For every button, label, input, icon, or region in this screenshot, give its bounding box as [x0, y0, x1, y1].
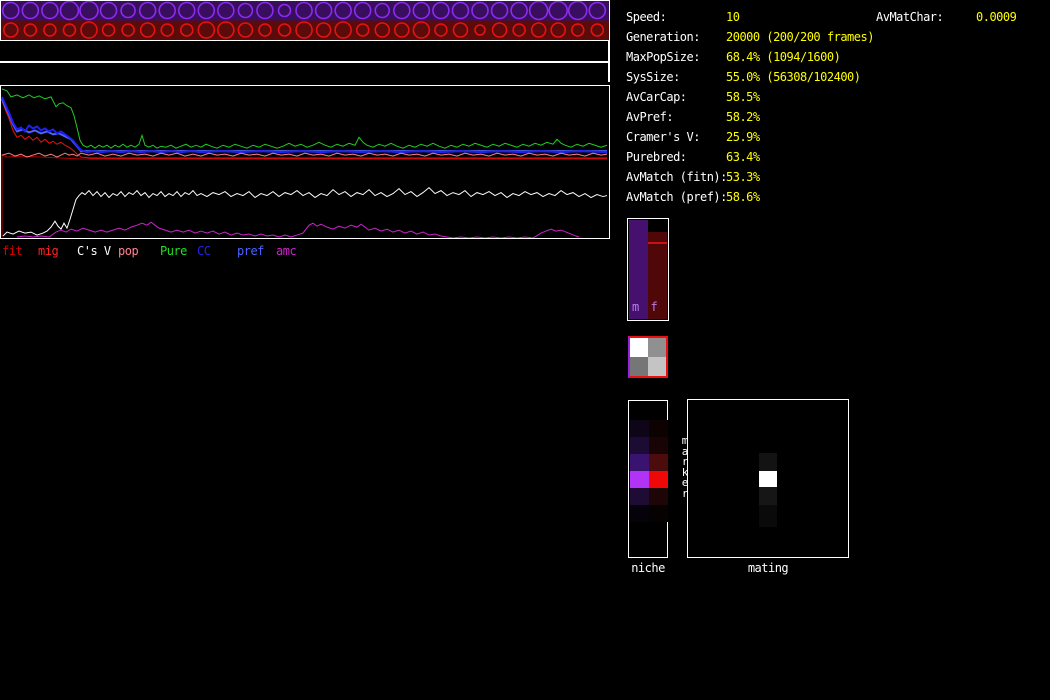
niche-cell — [630, 454, 649, 471]
niche-cell — [649, 505, 668, 522]
timeseries-chart — [0, 85, 610, 239]
sex-ratio-bar: m f — [627, 218, 669, 321]
niche-cell — [630, 505, 649, 522]
legend-item-pure: Pure — [160, 244, 187, 258]
niche-cell — [630, 437, 649, 454]
chart-legend: fit mig C's V pop Pure CC prefamc — [0, 244, 610, 258]
stat-label: MaxPopSize: — [626, 50, 700, 64]
mating-heatmap — [687, 399, 849, 558]
stat-label: AvMatch (fitn): — [626, 170, 727, 184]
niche-cell — [649, 437, 668, 454]
mating-cell — [759, 453, 777, 471]
stat-value: 10 — [726, 10, 739, 24]
niche-cell — [649, 488, 668, 505]
legend-item-mig: mig — [38, 244, 58, 258]
agents-circles-canvas — [1, 1, 609, 40]
stat-label: AvCarCap: — [626, 90, 687, 104]
stat-label: AvMatChar: — [876, 10, 943, 24]
stat-label: Generation: — [626, 30, 700, 44]
stat-label: Purebred: — [626, 150, 687, 164]
legend-item-cc: CC — [197, 244, 210, 258]
series-line-amc — [17, 222, 579, 238]
mating-character-grid — [628, 336, 668, 378]
stat-label: AvMatch (pref): — [626, 190, 727, 204]
stat-label: AvPref: — [626, 110, 673, 124]
stat-value: 55.0% (56308/102400) — [726, 70, 861, 84]
niche-cell — [630, 420, 649, 437]
stat-value: 25.9% — [726, 130, 760, 144]
series-line-pop — [2, 153, 607, 157]
legend-item-pop: pop — [118, 244, 138, 258]
female-level-line — [648, 242, 667, 244]
frame-progress-marker — [608, 41, 610, 82]
series-line-mig — [2, 101, 607, 158]
stat-value: 68.4% (1094/1600) — [726, 50, 840, 64]
niche-cell — [649, 420, 668, 437]
stat-value: 58.6% — [726, 190, 760, 204]
niche-cell — [630, 471, 649, 488]
sex-bar-label: m f — [632, 300, 660, 314]
stat-label: Speed: — [626, 10, 666, 24]
niche-cell — [630, 488, 649, 505]
stat-value: 0.0009 — [976, 10, 1016, 24]
stat-label: Cramer's V: — [626, 130, 700, 144]
legend-item-amc: amc — [276, 244, 296, 258]
stat-value: 58.2% — [726, 110, 760, 124]
timeseries-chart-canvas — [1, 86, 609, 238]
series-line-fit — [2, 155, 607, 237]
series-line-cc — [2, 97, 607, 152]
legend-item-fit: fit — [2, 244, 22, 258]
niche-cell — [649, 471, 668, 488]
stat-value: 53.3% — [726, 170, 760, 184]
mating-cell — [759, 471, 777, 487]
mating-caption: mating — [687, 561, 849, 575]
stat-value: 20000 (200/200 frames) — [726, 30, 874, 44]
legend-item-csv: C's V — [77, 244, 111, 258]
grid-cell — [648, 357, 666, 376]
niche-cell — [649, 454, 668, 471]
legend-item-pref: pref — [237, 244, 264, 258]
niche-heatmap — [628, 400, 668, 558]
grid-cell — [648, 338, 666, 357]
stat-value: 58.5% — [726, 90, 760, 104]
stat-label: SysSize: — [626, 70, 680, 84]
mating-cell — [759, 505, 777, 527]
niche-caption: niche — [628, 561, 668, 575]
series-line-csv — [3, 188, 607, 236]
population-world-strip — [0, 0, 610, 41]
frame-progress-track — [0, 61, 610, 63]
grid-cell — [630, 338, 648, 357]
grid-cell — [630, 357, 648, 376]
mating-cell — [759, 487, 777, 505]
series-line-pure — [2, 89, 607, 148]
series-line-pref — [2, 99, 607, 151]
stat-value: 63.4% — [726, 150, 760, 164]
